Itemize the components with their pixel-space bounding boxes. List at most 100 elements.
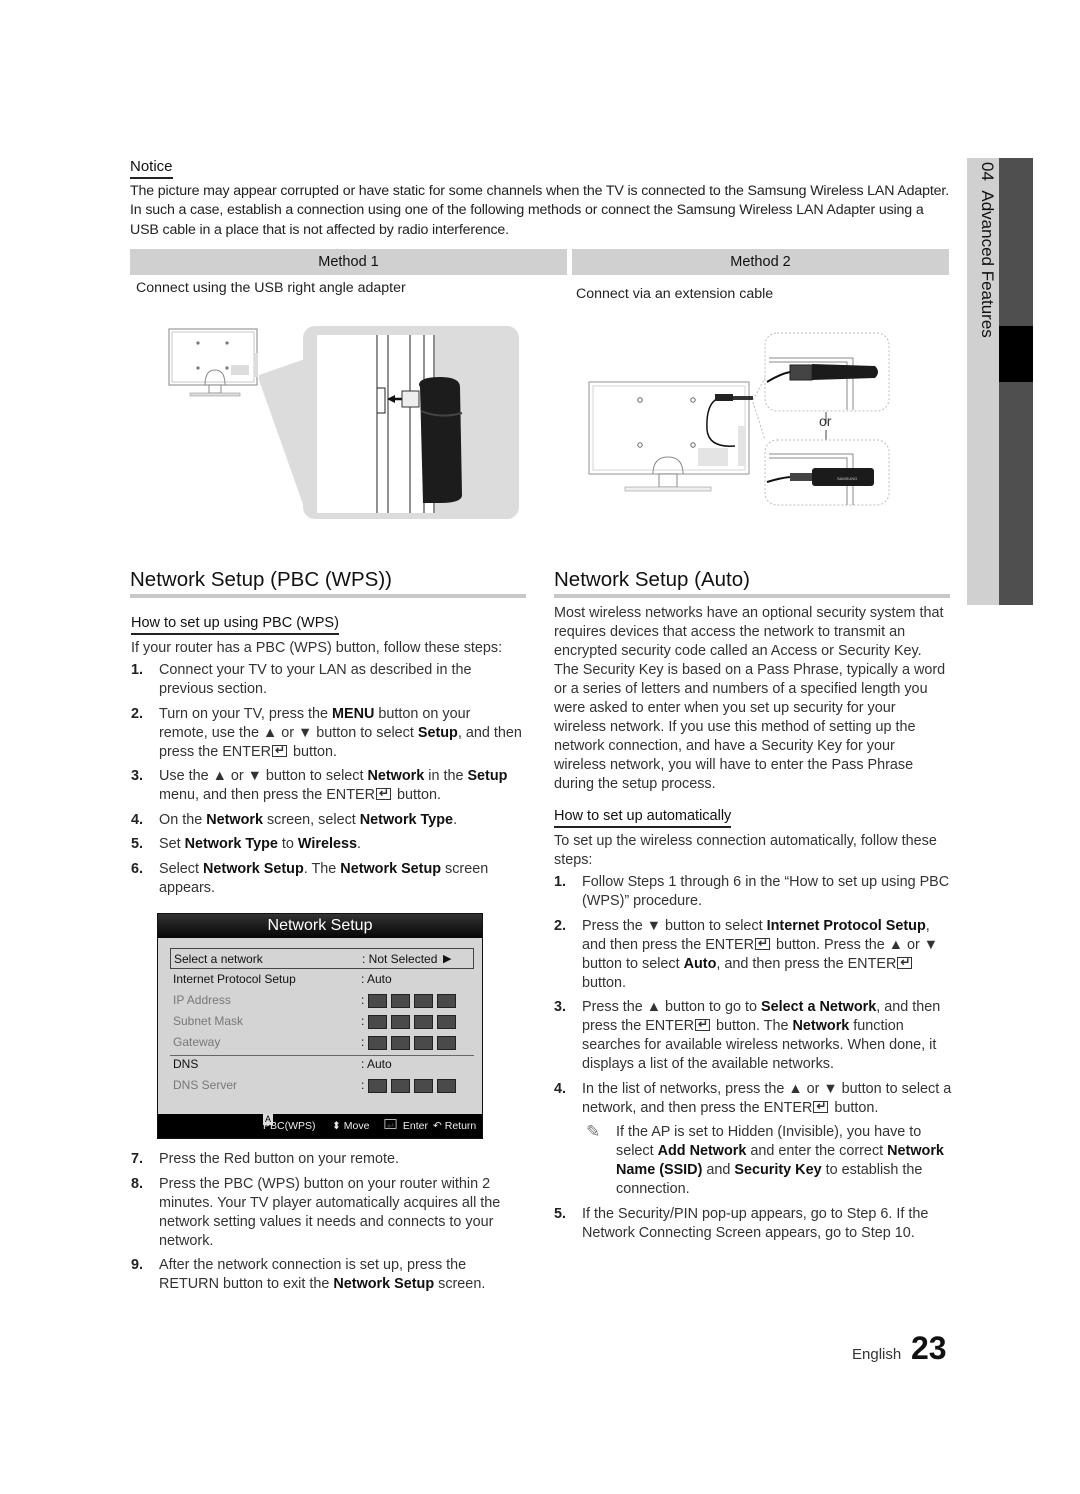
step-number: 8.: [131, 1175, 144, 1192]
step-item: 5. Set Network Type to Wireless.: [131, 835, 523, 854]
ip-octet-field[interactable]: [367, 1014, 387, 1029]
osd-row-subnet-mask[interactable]: Subnet Mask:: [170, 1011, 474, 1032]
ip-octet-field[interactable]: [436, 1014, 456, 1029]
osd-row-value: : Auto: [361, 972, 392, 986]
step-text: Connect your TV to your LAN as described…: [159, 662, 472, 697]
move-hint: ⬍ Move: [332, 1114, 369, 1138]
chapter-title: Advanced Features: [978, 190, 997, 338]
osd-row-label: Subnet Mask: [173, 1014, 244, 1028]
osd-row-value: :: [361, 990, 460, 1011]
ip-octet-field[interactable]: [390, 1014, 410, 1029]
osd-row-ip-address[interactable]: IP Address:: [170, 990, 474, 1011]
step-item: 2. Press the ▼ button to select Internet …: [554, 917, 952, 993]
osd-separator: [170, 1055, 474, 1056]
or-label: or: [819, 413, 832, 429]
step-text: Follow Steps 1 through 6 in the “How to …: [582, 874, 950, 909]
osd-row-dns[interactable]: DNS: Auto: [170, 1054, 474, 1075]
step-text: Use the ▲ or ▼ button to select Network …: [159, 768, 507, 803]
step-number: 2.: [131, 705, 144, 722]
pbc-section-title: Network Setup (PBC (WPS)): [130, 568, 392, 591]
samsung-brand-label: SAMSUNG: [837, 476, 857, 481]
notice-title: Notice: [130, 158, 173, 179]
step-text: Turn on your TV, press the MENU button o…: [159, 706, 522, 760]
note-item: ✎ If the AP is set to Hidden (Invisible),…: [554, 1122, 952, 1199]
ip-octet-field[interactable]: [367, 993, 387, 1008]
osd-row-value: : Auto: [361, 1057, 392, 1071]
enter-hint[interactable]: Enter: [382, 1114, 428, 1138]
ip-octet-field[interactable]: [367, 1035, 387, 1050]
network-setup-screen: Network Setup Select a network: Not Sele…: [157, 913, 483, 1139]
pbc-subtitle: How to set up using PBC (WPS): [131, 614, 339, 635]
page-number: 23: [911, 1330, 947, 1366]
auto-section-rule: [554, 594, 950, 598]
osd-row-select-a-network[interactable]: Select a network: Not Selected ▶: [170, 948, 474, 969]
ip-octet-field[interactable]: [436, 993, 456, 1008]
step-text: In the list of networks, press the ▲ or …: [582, 1081, 951, 1116]
step-text: After the network connection is set up, …: [159, 1257, 486, 1292]
step-text: Set Network Type to Wireless.: [159, 836, 361, 852]
move-label: Move: [343, 1120, 370, 1132]
ip-octet-field[interactable]: [413, 1078, 433, 1093]
step-item: 5. If the Security/PIN pop-up appears, go…: [554, 1205, 952, 1243]
return-icon: ↶: [433, 1120, 442, 1132]
tv-back-small-icon: [168, 328, 258, 397]
osd-row-internet-protocol-setup[interactable]: Internet Protocol Setup : Auto: [170, 969, 474, 990]
step-text: Press the ▼ button to select Internet Pr…: [582, 918, 938, 991]
step-number: 2.: [554, 917, 567, 934]
ip-octet-field[interactable]: [390, 1078, 410, 1093]
page-language: English: [852, 1346, 902, 1363]
step-number: 4.: [554, 1080, 567, 1097]
auto-steps-list: 1. Follow Steps 1 through 6 in the “How t…: [554, 873, 952, 1248]
up-down-icon: ⬍: [332, 1120, 341, 1132]
ip-octet-field[interactable]: [413, 1035, 433, 1050]
ip-octet-field[interactable]: [413, 1014, 433, 1029]
method-2-description: Connect via an extension cable: [576, 286, 774, 302]
osd-row-value: :: [361, 1032, 460, 1053]
note-text: If the AP is set to Hidden (Invisible), …: [616, 1124, 944, 1197]
pbc-steps-list: 1. Connect your TV to your LAN as describ…: [131, 661, 523, 903]
ip-octet-field[interactable]: [436, 1078, 456, 1093]
pbc-steps-list-continued: 7. Press the Red button on your remote. 8.…: [131, 1150, 523, 1300]
ip-octet-field[interactable]: [390, 993, 410, 1008]
chapter-tab-indicator: [999, 326, 1033, 382]
return-label: Return: [444, 1120, 477, 1132]
pbc-wps-key[interactable]: A PBC(WPS): [263, 1114, 316, 1138]
osd-footer: APBC(WPS) ⬍ Move Enter ↶ Return: [158, 1114, 482, 1138]
return-hint[interactable]: ↶ Return: [433, 1114, 476, 1138]
step-text: Press the PBC (WPS) button on your route…: [159, 1175, 501, 1249]
step-number: 1.: [554, 874, 567, 890]
step-item: 3. Press the ▲ button to go to Select a N…: [554, 998, 952, 1074]
step-number: 4.: [131, 811, 144, 828]
step-text: Press the ▲ button to go to Select a Net…: [582, 999, 940, 1072]
osd-row-dns-server[interactable]: DNS Server:: [170, 1075, 474, 1096]
osd-row-label: Internet Protocol Setup: [173, 972, 296, 986]
ip-octet-field[interactable]: [413, 993, 433, 1008]
ip-octet-field[interactable]: [390, 1035, 410, 1050]
osd-row-value: :: [361, 1011, 460, 1032]
osd-row-gateway[interactable]: Gateway:: [170, 1032, 474, 1053]
step-number: 6.: [131, 860, 144, 877]
pbc-intro: If your router has a PBC (WPS) button, f…: [131, 640, 503, 656]
ip-octet-field[interactable]: [436, 1035, 456, 1050]
step-number: 5.: [554, 1205, 567, 1222]
step-item: 7. Press the Red button on your remote.: [131, 1150, 523, 1169]
step-number: 9.: [131, 1257, 144, 1273]
step-item: 1. Follow Steps 1 through 6 in the “How t…: [554, 873, 952, 911]
step-number: 1.: [131, 662, 144, 678]
step-number: 7.: [131, 1151, 144, 1167]
osd-row-value: : Not Selected: [362, 952, 438, 966]
step-number: 3.: [554, 999, 567, 1015]
step-item: 4. In the list of networks, press the ▲ o…: [554, 1080, 952, 1118]
step-item: 9. After the network connection is set up…: [131, 1256, 523, 1294]
enter-icon: [384, 1116, 397, 1135]
enter-label: Enter: [402, 1120, 429, 1132]
method-1-header: Method 1: [130, 249, 567, 275]
arrow-right-icon: ▶: [443, 953, 452, 965]
step-text: If the Security/PIN pop-up appears, go t…: [582, 1205, 929, 1241]
usb-right-angle-adapter-illustration: [168, 326, 519, 519]
auto-section-title: Network Setup (Auto): [554, 568, 750, 591]
step-item: 4. On the Network screen, select Network …: [131, 811, 523, 830]
ip-octet-field[interactable]: [367, 1078, 387, 1093]
auto-intro: Most wireless networks have an optional …: [554, 605, 946, 792]
osd-row-label: DNS Server: [173, 1078, 238, 1092]
